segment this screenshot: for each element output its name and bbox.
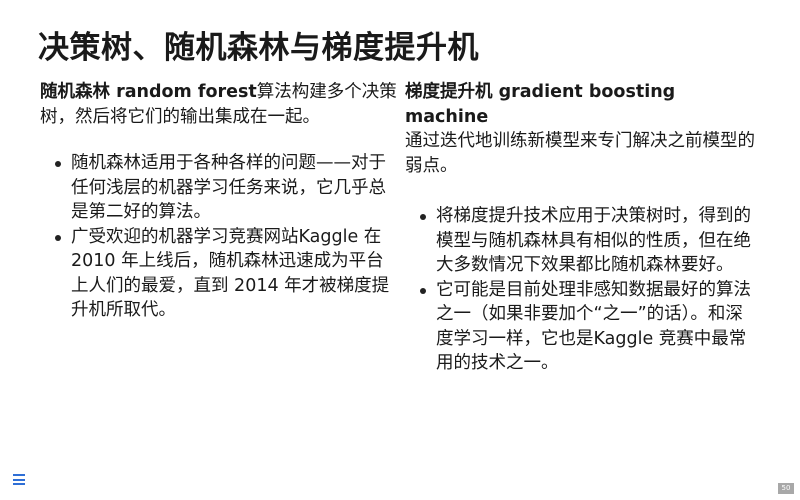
random-forest-column: 随机森林 random forest算法构建多个决策树，然后将它们的输出集成在一… — [40, 80, 398, 323]
bullet-text: 广受欢迎的机器学习竞赛网站Kaggle 在 2010 年上线后，随机森林迅速成为… — [71, 226, 390, 321]
bullet-text: 随机森林适用于各种各样的问题——对于任何浅层的机器学习任务来说，它几乎总是第二好… — [71, 153, 386, 222]
list-item: 将梯度提升技术应用于决策树时，得到的模型与随机森林具有相似的性质，但在绝大多数情… — [405, 204, 760, 278]
random-forest-intro: 随机森林 random forest算法构建多个决策树，然后将它们的输出集成在一… — [40, 80, 398, 129]
slide-title: 决策树、随机森林与梯度提升机 — [38, 30, 479, 66]
list-item: 广受欢迎的机器学习竞赛网站Kaggle 在 2010 年上线后，随机森林迅速成为… — [40, 225, 398, 323]
list-item: 随机森林适用于各种各样的问题——对于任何浅层的机器学习任务来说，它几乎总是第二好… — [40, 151, 398, 225]
gradient-boosting-term: 梯度提升机 gradient boosting machine — [405, 82, 676, 127]
hamburger-menu-icon[interactable] — [13, 474, 25, 485]
random-forest-bullet-list: 随机森林适用于各种各样的问题——对于任何浅层的机器学习任务来说，它几乎总是第二好… — [40, 151, 398, 323]
gradient-boosting-column: 梯度提升机 gradient boosting machine 通过迭代地训练新模… — [405, 80, 760, 376]
gradient-boosting-intro-text: 通过迭代地训练新模型来专门解决之前模型的弱点。 — [405, 131, 755, 176]
bullet-icon — [420, 287, 426, 294]
gradient-boosting-intro: 梯度提升机 gradient boosting machine 通过迭代地训练新模… — [405, 80, 760, 178]
bullet-text: 将梯度提升技术应用于决策树时，得到的模型与随机森林具有相似的性质，但在绝大多数情… — [436, 206, 751, 275]
bullet-text: 它可能是目前处理非感知数据最好的算法之一（如果非要加个“之一”的话）。和深度学习… — [436, 279, 751, 374]
bullet-icon — [420, 214, 426, 220]
bullet-icon — [55, 161, 61, 167]
bullet-icon — [55, 234, 61, 241]
gradient-boosting-bullet-list: 将梯度提升技术应用于决策树时，得到的模型与随机森林具有相似的性质，但在绝大多数情… — [405, 204, 760, 376]
list-item: 它可能是目前处理非感知数据最好的算法之一（如果非要加个“之一”的话）。和深度学习… — [405, 278, 760, 376]
random-forest-term: 随机森林 random forest — [40, 82, 257, 102]
page-number-badge: 50 — [778, 483, 794, 494]
